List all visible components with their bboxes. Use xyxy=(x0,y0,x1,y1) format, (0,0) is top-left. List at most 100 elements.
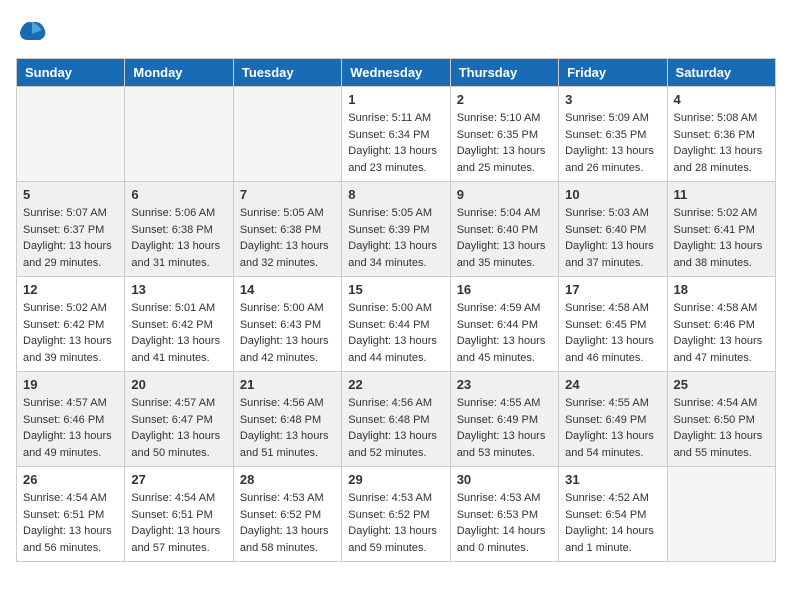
weekday-header-monday: Monday xyxy=(125,59,233,87)
weekday-header-tuesday: Tuesday xyxy=(233,59,341,87)
calendar-day-6: 6Sunrise: 5:06 AM Sunset: 6:38 PM Daylig… xyxy=(125,182,233,277)
day-number-19: 19 xyxy=(23,377,118,392)
day-info-3: Sunrise: 5:09 AM Sunset: 6:35 PM Dayligh… xyxy=(565,110,660,176)
day-number-10: 10 xyxy=(565,187,660,202)
calendar-day-23: 23 Sunrise: 4:55 AM Sunset: 6:49 PM Dayli… xyxy=(450,372,558,467)
day-number-2: 2 xyxy=(457,92,552,107)
calendar-day-2: 2 Sunrise: 5:10 AM Sunset: 6:35 PM Daylig… xyxy=(450,87,558,182)
day-number-31: 31 xyxy=(565,472,660,487)
calendar-day-17: 17 Sunrise: 4:58 AM Sunset: 6:45 PM Dayli… xyxy=(559,277,667,372)
calendar-day-15: 15Sunrise: 5:00 AM Sunset: 6:44 PM Dayli… xyxy=(342,277,450,372)
day-number-3: 3 xyxy=(565,92,660,107)
day-info-8: Sunrise: 5:05 AM Sunset: 6:39 PM Dayligh… xyxy=(348,205,443,271)
logo xyxy=(16,16,54,48)
day-info-17: Sunrise: 4:58 AM Sunset: 6:45 PM Dayligh… xyxy=(565,300,660,366)
day-info-20: Sunrise: 4:57 AM Sunset: 6:47 PM Dayligh… xyxy=(131,395,226,461)
calendar-day-28: 28 Sunrise: 4:53 AM Sunset: 6:52 PM Dayli… xyxy=(233,467,341,562)
day-number-4: 4 xyxy=(674,92,769,107)
day-number-21: 21 xyxy=(240,377,335,392)
day-info-23: Sunrise: 4:55 AM Sunset: 6:49 PM Dayligh… xyxy=(457,395,552,461)
calendar-day-8: 8 Sunrise: 5:05 AM Sunset: 6:39 PM Daylig… xyxy=(342,182,450,277)
calendar-day-5: 5 Sunrise: 5:07 AM Sunset: 6:37 PM Daylig… xyxy=(17,182,125,277)
day-info-13: Sunrise: 5:01 AM Sunset: 6:42 PM Dayligh… xyxy=(131,300,226,366)
day-info-11: Sunrise: 5:02 AM Sunset: 6:41 PM Dayligh… xyxy=(674,205,769,271)
day-number-6: 6 xyxy=(131,187,226,202)
calendar-day-19: 19 Sunrise: 4:57 AM Sunset: 6:46 PM Dayli… xyxy=(17,372,125,467)
calendar-empty-0-0 xyxy=(17,87,125,182)
day-number-12: 12 xyxy=(23,282,118,297)
day-info-16: Sunrise: 4:59 AM Sunset: 6:44 PM Dayligh… xyxy=(457,300,552,366)
day-info-5: Sunrise: 5:07 AM Sunset: 6:37 PM Dayligh… xyxy=(23,205,118,271)
weekday-header-thursday: Thursday xyxy=(450,59,558,87)
weekday-header-wednesday: Wednesday xyxy=(342,59,450,87)
calendar-day-18: 18 Sunrise: 4:58 AM Sunset: 6:46 PM Dayli… xyxy=(667,277,775,372)
day-info-30: Sunrise: 4:53 AM Sunset: 6:53 PM Dayligh… xyxy=(457,490,552,556)
day-info-22: Sunrise: 4:56 AM Sunset: 6:48 PM Dayligh… xyxy=(348,395,443,461)
day-number-22: 22 xyxy=(348,377,443,392)
calendar-day-31: 31 Sunrise: 4:52 AM Sunset: 6:54 PM Dayli… xyxy=(559,467,667,562)
calendar-day-13: 13 Sunrise: 5:01 AM Sunset: 6:42 PM Dayli… xyxy=(125,277,233,372)
calendar-day-20: 20 Sunrise: 4:57 AM Sunset: 6:47 PM Dayli… xyxy=(125,372,233,467)
calendar-day-25: 25Sunrise: 4:54 AM Sunset: 6:50 PM Dayli… xyxy=(667,372,775,467)
calendar-table: SundayMondayTuesdayWednesdayThursdayFrid… xyxy=(16,58,776,562)
day-info-18: Sunrise: 4:58 AM Sunset: 6:46 PM Dayligh… xyxy=(674,300,769,366)
calendar-week-row-2: 5 Sunrise: 5:07 AM Sunset: 6:37 PM Daylig… xyxy=(17,182,776,277)
day-number-13: 13 xyxy=(131,282,226,297)
day-info-27: Sunrise: 4:54 AM Sunset: 6:51 PM Dayligh… xyxy=(131,490,226,556)
calendar-day-7: 7Sunrise: 5:05 AM Sunset: 6:38 PM Daylig… xyxy=(233,182,341,277)
day-number-30: 30 xyxy=(457,472,552,487)
calendar-day-3: 3 Sunrise: 5:09 AM Sunset: 6:35 PM Daylig… xyxy=(559,87,667,182)
calendar-week-row-3: 12 Sunrise: 5:02 AM Sunset: 6:42 PM Dayli… xyxy=(17,277,776,372)
day-number-18: 18 xyxy=(674,282,769,297)
calendar-day-29: 29Sunrise: 4:53 AM Sunset: 6:52 PM Dayli… xyxy=(342,467,450,562)
day-number-27: 27 xyxy=(131,472,226,487)
calendar-day-12: 12 Sunrise: 5:02 AM Sunset: 6:42 PM Dayli… xyxy=(17,277,125,372)
calendar-empty-4-6 xyxy=(667,467,775,562)
day-info-10: Sunrise: 5:03 AM Sunset: 6:40 PM Dayligh… xyxy=(565,205,660,271)
day-info-28: Sunrise: 4:53 AM Sunset: 6:52 PM Dayligh… xyxy=(240,490,335,556)
day-number-7: 7 xyxy=(240,187,335,202)
calendar-day-27: 27 Sunrise: 4:54 AM Sunset: 6:51 PM Dayli… xyxy=(125,467,233,562)
day-number-17: 17 xyxy=(565,282,660,297)
day-info-12: Sunrise: 5:02 AM Sunset: 6:42 PM Dayligh… xyxy=(23,300,118,366)
day-number-23: 23 xyxy=(457,377,552,392)
day-number-11: 11 xyxy=(674,187,769,202)
day-number-14: 14 xyxy=(240,282,335,297)
day-info-31: Sunrise: 4:52 AM Sunset: 6:54 PM Dayligh… xyxy=(565,490,660,556)
day-number-28: 28 xyxy=(240,472,335,487)
calendar-day-30: 30 Sunrise: 4:53 AM Sunset: 6:53 PM Dayli… xyxy=(450,467,558,562)
calendar-week-row-5: 26 Sunrise: 4:54 AM Sunset: 6:51 PM Dayli… xyxy=(17,467,776,562)
day-info-14: Sunrise: 5:00 AM Sunset: 6:43 PM Dayligh… xyxy=(240,300,335,366)
day-info-19: Sunrise: 4:57 AM Sunset: 6:46 PM Dayligh… xyxy=(23,395,118,461)
page-header xyxy=(16,16,776,48)
calendar-week-row-1: 1 Sunrise: 5:11 AM Sunset: 6:34 PM Daylig… xyxy=(17,87,776,182)
day-info-26: Sunrise: 4:54 AM Sunset: 6:51 PM Dayligh… xyxy=(23,490,118,556)
day-info-2: Sunrise: 5:10 AM Sunset: 6:35 PM Dayligh… xyxy=(457,110,552,176)
day-number-16: 16 xyxy=(457,282,552,297)
calendar-day-11: 11 Sunrise: 5:02 AM Sunset: 6:41 PM Dayli… xyxy=(667,182,775,277)
day-number-20: 20 xyxy=(131,377,226,392)
logo-icon xyxy=(16,16,48,48)
day-info-21: Sunrise: 4:56 AM Sunset: 6:48 PM Dayligh… xyxy=(240,395,335,461)
calendar-day-1: 1 Sunrise: 5:11 AM Sunset: 6:34 PM Daylig… xyxy=(342,87,450,182)
weekday-header-row: SundayMondayTuesdayWednesdayThursdayFrid… xyxy=(17,59,776,87)
calendar-day-10: 10 Sunrise: 5:03 AM Sunset: 6:40 PM Dayli… xyxy=(559,182,667,277)
day-number-29: 29 xyxy=(348,472,443,487)
day-info-1: Sunrise: 5:11 AM Sunset: 6:34 PM Dayligh… xyxy=(348,110,443,176)
calendar-empty-0-2 xyxy=(233,87,341,182)
day-info-9: Sunrise: 5:04 AM Sunset: 6:40 PM Dayligh… xyxy=(457,205,552,271)
day-number-5: 5 xyxy=(23,187,118,202)
weekday-header-friday: Friday xyxy=(559,59,667,87)
weekday-header-saturday: Saturday xyxy=(667,59,775,87)
calendar-day-22: 22 Sunrise: 4:56 AM Sunset: 6:48 PM Dayli… xyxy=(342,372,450,467)
day-number-8: 8 xyxy=(348,187,443,202)
calendar-day-21: 21 Sunrise: 4:56 AM Sunset: 6:48 PM Dayli… xyxy=(233,372,341,467)
weekday-header-sunday: Sunday xyxy=(17,59,125,87)
day-number-1: 1 xyxy=(348,92,443,107)
day-number-26: 26 xyxy=(23,472,118,487)
calendar-empty-0-1 xyxy=(125,87,233,182)
day-info-24: Sunrise: 4:55 AM Sunset: 6:49 PM Dayligh… xyxy=(565,395,660,461)
calendar-week-row-4: 19 Sunrise: 4:57 AM Sunset: 6:46 PM Dayli… xyxy=(17,372,776,467)
day-info-25: Sunrise: 4:54 AM Sunset: 6:50 PM Dayligh… xyxy=(674,395,769,461)
day-info-15: Sunrise: 5:00 AM Sunset: 6:44 PM Dayligh… xyxy=(348,300,443,366)
